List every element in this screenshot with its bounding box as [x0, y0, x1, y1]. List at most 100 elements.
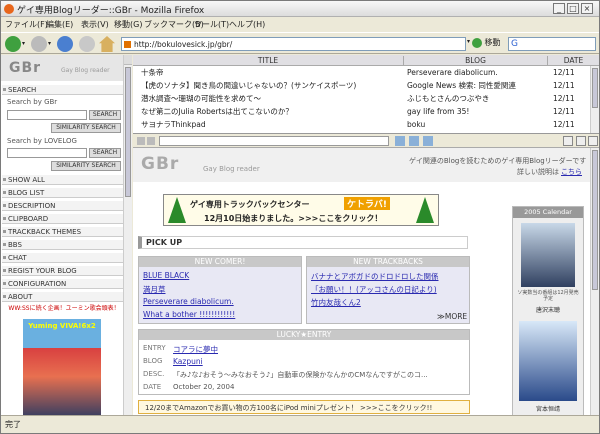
menu-tools[interactable]: ツール(T) [194, 19, 229, 30]
newcomer-link[interactable]: What a bother !!!!!!!!!!!! [143, 310, 235, 319]
sidebar-item-chat[interactable]: CHAT [2, 253, 123, 263]
go-icon [472, 37, 482, 48]
back-dropdown-icon[interactable]: ▾ [22, 40, 25, 47]
scroll-up-icon[interactable] [124, 55, 132, 65]
sidebar-item-about[interactable]: ABOUT [2, 292, 123, 302]
reload-icon[interactable] [57, 36, 73, 52]
preview-refresh-icon[interactable] [423, 136, 433, 146]
col-date[interactable]: DATE [547, 56, 599, 66]
sidebar-item-blog-list[interactable]: BLOG LIST [2, 188, 123, 198]
lucky-desc-label: DESC. [143, 370, 165, 378]
row-date: 12/11 [553, 120, 575, 129]
sidebar-item-bbs[interactable]: BBS [2, 240, 123, 250]
search-header: SEARCH [2, 85, 123, 95]
status-bar: 完了 [1, 415, 599, 433]
lucky-blog-link[interactable]: Kazpuni [173, 357, 203, 366]
calendar-box: 2005 Calendar ソ実数当の番組は12月発売予定 唐沢末聴 宮本恒靖 [512, 206, 584, 416]
row-date: 12/11 [553, 107, 575, 116]
sidebar-item-trackback-themes[interactable]: TRACKBACK THEMES [2, 227, 123, 237]
logo-text: GBr [9, 60, 42, 76]
lucky-entry-link[interactable]: コアラに夢中 [173, 344, 218, 355]
desc-link[interactable]: こちら [561, 167, 582, 177]
row-title: サヨナラThinkpad [141, 120, 206, 129]
trackback-link[interactable]: 竹内友哉くん2 [311, 297, 361, 308]
table-row[interactable]: サヨナラThinkpad boku 12/11 [133, 119, 590, 130]
newcomer-link[interactable]: Perseverare diabolicum. [143, 297, 234, 306]
close-button[interactable]: × [581, 3, 593, 14]
search-box[interactable]: G [508, 37, 596, 51]
table-row[interactable]: 【虎のソナタ】聞き鳥の間違いじゃないの？(サンケイスポーツ) Google New… [133, 80, 590, 91]
home-icon[interactable] [99, 36, 115, 52]
preview-url-input[interactable] [159, 136, 389, 146]
search-lovelog-button[interactable]: SEARCH [89, 148, 121, 158]
sidebar-item-configuration[interactable]: CONFIGURATION [2, 279, 123, 289]
newcomer-box: NEW COMER! BLUE BLACK 満月草 Perseverare di… [138, 256, 302, 324]
maximize-button[interactable]: □ [567, 3, 579, 14]
search-gbr-button[interactable]: SEARCH [89, 110, 121, 120]
menu-view[interactable]: 表示(V) [81, 19, 109, 30]
calendar-photo-2[interactable] [519, 321, 577, 401]
table-row[interactable]: 十条帝 Perseverare diabolicum. 12/11 [133, 67, 590, 78]
sidebar-item-show-all[interactable]: SHOW ALL [2, 175, 123, 185]
forward-dropdown-icon[interactable]: ▾ [48, 40, 51, 47]
trackback-link[interactable]: バナナとアボガドのドロドロした関係 [311, 271, 439, 282]
address-bar[interactable]: http://bokulovesick.jp/gbr/ [121, 37, 466, 51]
pickup-header: PICK UP [138, 236, 468, 249]
similarity-search-button[interactable]: SIMILARITY SEARCH [51, 123, 121, 133]
search-gbr-input[interactable] [7, 110, 87, 120]
sidebar-item-description[interactable]: DESCRIPTION [2, 201, 123, 211]
table-header: TITLE BLOG DATE [133, 55, 599, 66]
stop-icon[interactable] [79, 36, 95, 52]
newcomer-link[interactable]: BLUE BLACK [143, 271, 189, 280]
url-dropdown-icon[interactable]: ▾ [467, 38, 470, 45]
menu-edit[interactable]: 編集(E) [46, 19, 73, 30]
title-bar: ゲイ専用Blogリーダー::GBr - Mozilla Firefox _ □ … [1, 1, 599, 17]
newcomer-link[interactable]: 満月草 [143, 284, 166, 295]
preview-forward-icon[interactable] [147, 137, 155, 145]
preview-minimize-icon[interactable] [563, 136, 573, 146]
navigation-toolbar: ▾ ▾ http://bokulovesick.jp/gbr/ ▾ 移動 G [1, 32, 599, 54]
promo-text: 12/20までAmazonでお買い物の方100名にiPod miniプレゼント！… [145, 404, 433, 412]
preview-scroll-thumb[interactable] [592, 150, 598, 290]
minimize-button[interactable]: _ [553, 3, 565, 14]
banner-line2: 12月10日始まりました。>>>ここをクリック！ [204, 214, 383, 223]
trackbacks-header: NEW TRACKBACKS [307, 257, 469, 267]
preview-close-icon[interactable] [588, 136, 598, 146]
table-row[interactable]: 潜水調査〜珊瑚の可能性を求めて〜 ふじもとさんのつぶやき 12/11 [133, 93, 590, 104]
scroll-thumb[interactable] [125, 67, 131, 197]
ad-image[interactable]: Yuming VIVA!6x2 [23, 319, 101, 415]
forward-icon[interactable] [31, 36, 47, 52]
calendar-photo[interactable] [521, 223, 575, 287]
similarity-search-lovelog-button[interactable]: SIMILARITY SEARCH [51, 161, 121, 171]
go-button[interactable]: 移動 [472, 37, 501, 48]
lucky-desc: 「み♪な♪おそう〜みなおそう♪」自動車の保険かなんかのCMなんですがこのコ... [173, 371, 428, 379]
trackback-link[interactable]: 「お願い！！(アッコさんの日記より) [311, 284, 437, 295]
lucky-entry-label: ENTRY [143, 344, 166, 352]
banner-line1: ゲイ専用トラックバックセンター [190, 200, 310, 209]
more-link[interactable]: ≫MORE [437, 312, 467, 321]
sidebar-item-clipboard[interactable]: CLIPBOARD [2, 214, 123, 224]
google-icon: G [511, 39, 518, 49]
page-logo: GBr [141, 154, 180, 174]
search-lovelog-input[interactable] [7, 148, 87, 158]
preview-clip-icon[interactable] [409, 136, 419, 146]
trackback-banner[interactable]: ゲイ専用トラックバックセンター ケトラバ! 12月10日始まりました。>>>ここ… [163, 194, 439, 226]
menu-go[interactable]: 移動(G) [114, 19, 142, 30]
preview-maximize-icon[interactable] [576, 136, 586, 146]
preview-back-icon[interactable] [137, 137, 145, 145]
sidebar-item-regist-blog[interactable]: REGIST YOUR BLOG [2, 266, 123, 276]
sidebar-logo: GBr Gay Blog reader [1, 55, 123, 81]
preview-scrollbar[interactable] [590, 148, 599, 416]
table-row[interactable]: なぜ第二のJulia Robertsは出てこないのか？ gay life from… [133, 106, 590, 117]
table-scrollbar[interactable] [590, 66, 599, 133]
browser-window: ゲイ専用Blogリーダー::GBr - Mozilla Firefox _ □ … [0, 0, 600, 434]
col-title[interactable]: TITLE [133, 56, 403, 66]
menu-help[interactable]: ヘルプ(H) [229, 19, 265, 30]
promo-bar[interactable]: 12/20までAmazonでお買い物の方100名にiPod miniプレゼント！… [138, 400, 470, 414]
sidebar-scrollbar[interactable] [123, 55, 132, 415]
table-scroll-thumb[interactable] [592, 68, 598, 108]
col-blog[interactable]: BLOG [403, 56, 547, 66]
menu-file[interactable]: ファイル(F) [5, 19, 48, 30]
back-icon[interactable] [5, 36, 21, 52]
preview-open-icon[interactable] [395, 136, 405, 146]
